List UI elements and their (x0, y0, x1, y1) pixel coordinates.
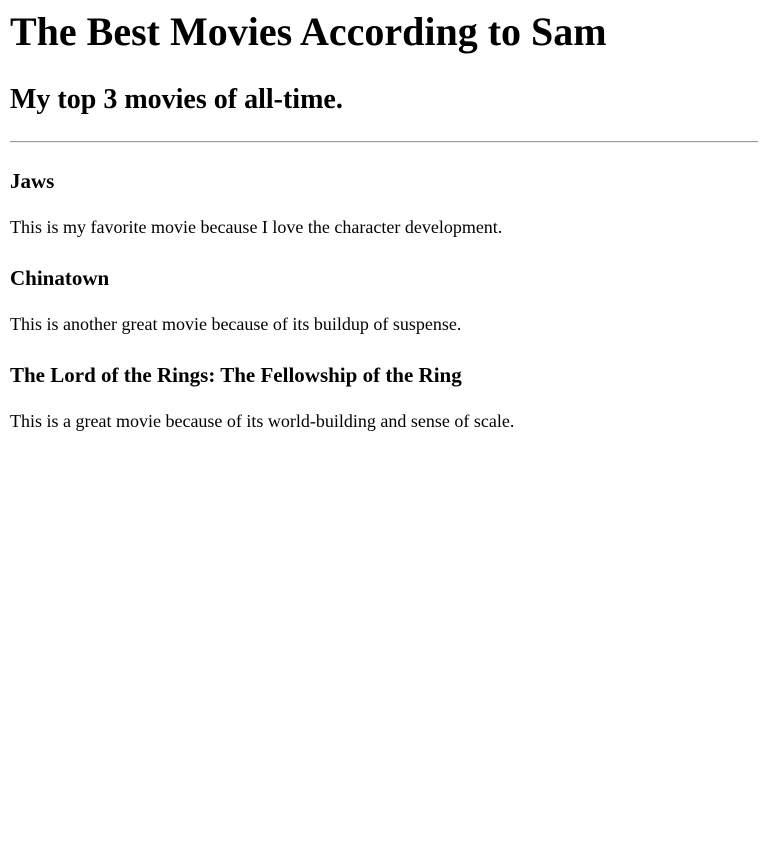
movie-item-jaws: Jaws This is my favorite movie because I… (10, 168, 758, 265)
movie-title: Jaws (10, 169, 55, 193)
page-title: The Best Movies According to Sam (10, 9, 607, 54)
movie-list: Jaws This is my favorite movie because I… (10, 168, 758, 459)
movie-title: The Lord of the Rings: The Fellowship of… (10, 363, 462, 387)
movie-description: This is my favorite movie because I love… (10, 217, 503, 237)
movie-description: This is another great movie because of i… (10, 314, 462, 334)
section-divider (10, 141, 758, 143)
page-subtitle: My top 3 movies of all-time. (10, 84, 343, 115)
movie-title: Chinatown (10, 266, 110, 290)
movie-item-chinatown: Chinatown This is another great movie be… (10, 265, 758, 362)
movie-description: This is a great movie because of its wor… (10, 411, 515, 431)
page: The Best Movies According to Sam My top … (0, 0, 769, 864)
movie-item-fellowship: The Lord of the Rings: The Fellowship of… (10, 362, 758, 459)
